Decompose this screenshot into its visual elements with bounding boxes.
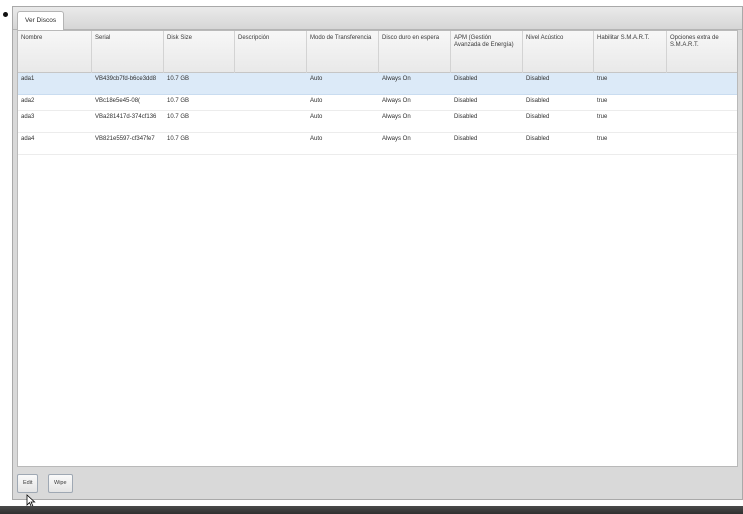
table-cell: Auto: [310, 136, 323, 142]
table-cell: 10.7 GB: [167, 136, 190, 142]
table-cell: Auto: [310, 114, 323, 120]
table-cell: true: [597, 98, 608, 104]
disk-grid-container: Nombre Serial Disk Size Descripción Modo…: [17, 30, 738, 467]
column-header-modo-transferencia[interactable]: Modo de Transferencia: [307, 31, 379, 73]
table-row[interactable]: ada4 VB821e5597-cf347fe7 10.7 GB Auto Always…: [18, 133, 737, 155]
table-cell: 10.7 GB: [167, 114, 190, 120]
table-cell: [667, 133, 739, 139]
table-cell: Disabled: [454, 136, 478, 142]
column-header-habilitar-smart[interactable]: Habilitar S.M.A.R.T.: [594, 31, 667, 73]
table-cell: Always On: [382, 114, 411, 120]
table-cell: VBc18e5e45-08(: [95, 98, 141, 104]
table-cell: Disabled: [526, 114, 550, 120]
edit-button[interactable]: Edit: [17, 474, 39, 493]
table-row[interactable]: ada2 VBc18e5e45-08( 10.7 GB Auto Always On Di…: [18, 95, 737, 111]
table-cell: Always On: [382, 136, 411, 142]
column-header-serial[interactable]: Serial: [92, 31, 164, 73]
table-cell: [235, 73, 307, 79]
column-header-disk-size[interactable]: Disk Size: [164, 31, 235, 73]
column-header-nivel-acustico[interactable]: Nivel Acústico: [523, 31, 594, 73]
disk-table: Nombre Serial Disk Size Descripción Modo…: [18, 31, 737, 466]
table-cell: [667, 73, 739, 79]
table-cell: [667, 111, 739, 117]
table-cell: Auto: [310, 98, 323, 104]
action-bar: Edit Wipe: [13, 467, 742, 499]
table-cell: VB821e5597-cf347fe7: [95, 136, 155, 142]
table-header: Nombre Serial Disk Size Descripción Modo…: [18, 31, 737, 73]
table-cell: Disabled: [526, 98, 550, 104]
table-cell: ada2: [21, 98, 35, 104]
table-cell: Always On: [382, 98, 411, 104]
table-row[interactable]: ada1 VB439cb7fd-b6ce3dd8 10.7 GB Auto Always…: [18, 73, 737, 95]
table-cell: VB439cb7fd-b6ce3dd8: [95, 76, 157, 82]
table-cell: 10.7 GB: [167, 98, 190, 104]
tab-ver-discos[interactable]: Ver Discos: [17, 11, 65, 31]
table-cell: true: [597, 136, 608, 142]
table-cell: ada3: [21, 114, 35, 120]
table-cell: [235, 95, 307, 101]
column-header-descripcion[interactable]: Descripción: [235, 31, 307, 73]
table-cell: Disabled: [454, 98, 478, 104]
table-cell: true: [597, 114, 608, 120]
wipe-button[interactable]: Wipe: [48, 474, 73, 493]
table-cell: ada1: [21, 76, 35, 82]
table-cell: VBa281417d-374cf136: [95, 114, 157, 120]
column-header-nombre[interactable]: Nombre: [18, 31, 92, 73]
column-header-opciones-smart[interactable]: Opciones extra de S.M.A.R.T.: [667, 31, 739, 73]
table-cell: Disabled: [454, 114, 478, 120]
taskbar-strip: [0, 506, 743, 514]
table-cell: [235, 133, 307, 139]
tab-bar: Ver Discos: [13, 7, 742, 31]
disk-panel: Ver Discos Nombre Serial Disk Size Descr…: [12, 6, 743, 500]
table-cell: true: [597, 76, 608, 82]
table-row[interactable]: ada3 VBa281417d-374cf136 10.7 GB Auto Always…: [18, 111, 737, 133]
table-cell: Auto: [310, 76, 323, 82]
table-cell: [667, 95, 739, 101]
table-cell: [235, 111, 307, 117]
table-cell: Disabled: [526, 136, 550, 142]
column-header-disco-en-espera[interactable]: Disco duro en espera: [379, 31, 451, 73]
table-cell: Disabled: [454, 76, 478, 82]
table-cell: Disabled: [526, 76, 550, 82]
table-cell: 10.7 GB: [167, 76, 190, 82]
table-cell: Always On: [382, 76, 411, 82]
list-bullet: [3, 12, 8, 17]
table-cell: ada4: [21, 136, 35, 142]
column-header-apm[interactable]: APM (Gestión Avanzada de Energía): [451, 31, 523, 73]
